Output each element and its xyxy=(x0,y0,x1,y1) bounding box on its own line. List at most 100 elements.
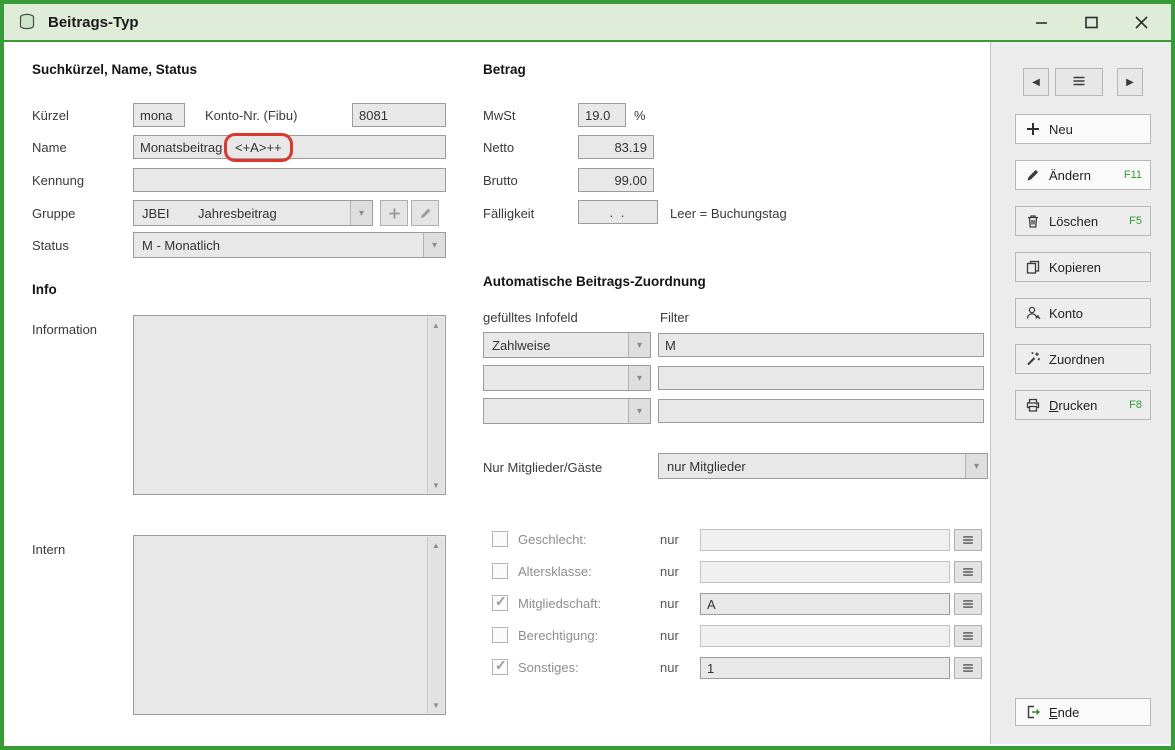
konto-nr-input[interactable] xyxy=(352,103,446,127)
netto-label: Netto xyxy=(483,140,515,155)
criteria-row-altersklasse: Altersklasse: nur xyxy=(4,560,990,584)
sonstiges-filter-input[interactable] xyxy=(700,657,950,679)
nur-label: nur xyxy=(660,564,679,579)
infofeld-value: Zahlweise xyxy=(492,337,551,353)
infofeld-select-3[interactable]: ▾ xyxy=(483,398,651,424)
record-list-button[interactable] xyxy=(1055,68,1103,96)
scroll-down-icon[interactable]: ▼ xyxy=(428,477,444,493)
mitgliedschaft-filter-input[interactable] xyxy=(700,593,950,615)
altersklasse-checkbox[interactable] xyxy=(492,563,508,579)
kennung-input[interactable] xyxy=(133,168,446,192)
mitglieder-gaeste-label: Nur Mitglieder/Gäste xyxy=(483,460,603,475)
previous-record-button[interactable]: ◀ xyxy=(1023,68,1049,96)
scrollbar[interactable]: ▲ ▼ xyxy=(427,317,444,493)
gruppe-code: JBEI xyxy=(142,205,170,221)
gruppe-edit-button[interactable] xyxy=(411,200,439,226)
button-label: Neu xyxy=(1049,121,1073,137)
information-label: Information xyxy=(32,322,98,337)
chevron-down-icon[interactable]: ▾ xyxy=(423,233,445,257)
infofeld-value xyxy=(484,399,628,423)
aendern-button[interactable]: Ändern F11 xyxy=(1015,160,1151,190)
chevron-down-icon[interactable]: ▾ xyxy=(628,333,650,357)
geschlecht-label: Geschlecht: xyxy=(518,532,587,547)
shortcut-label: F8 xyxy=(1129,399,1142,411)
criteria-row-geschlecht: Geschlecht: nur xyxy=(4,528,990,552)
mwst-label: MwSt xyxy=(483,108,516,123)
geschlecht-checkbox[interactable] xyxy=(492,531,508,547)
filter-column-header: Filter xyxy=(660,310,689,325)
faelligkeit-input[interactable] xyxy=(578,200,658,224)
shortcut-label: F5 xyxy=(1129,215,1142,227)
minimize-button[interactable] xyxy=(1031,12,1051,32)
berechtigung-filter-input[interactable] xyxy=(700,625,950,647)
geschlecht-filter-input[interactable] xyxy=(700,529,950,551)
button-label: Ändern xyxy=(1049,167,1091,183)
brutto-input[interactable] xyxy=(578,168,654,192)
mitgliedschaft-checkbox[interactable] xyxy=(492,593,508,611)
list-picker-icon[interactable] xyxy=(954,529,982,551)
button-label: Ende xyxy=(1049,704,1080,720)
name-input[interactable]: Monatsbeitrag <+A>++ xyxy=(133,132,446,162)
trash-icon xyxy=(1024,213,1041,230)
next-record-button[interactable]: ▶ xyxy=(1117,68,1143,96)
form-area: Suchkürzel, Name, Status Kürzel Konto-Nr… xyxy=(4,42,990,744)
wand-icon xyxy=(1024,351,1041,368)
status-select[interactable]: M - Monatlich ▾ xyxy=(133,232,446,258)
konto-button[interactable]: Konto xyxy=(1015,298,1151,328)
sonstiges-checkbox[interactable] xyxy=(492,657,508,675)
neu-button[interactable]: Neu xyxy=(1015,114,1151,144)
konto-nr-label: Konto-Nr. (Fibu) xyxy=(205,108,298,123)
berechtigung-checkbox[interactable] xyxy=(492,627,508,643)
zuordnen-button[interactable]: Zuordnen xyxy=(1015,344,1151,374)
left-arrow-icon: ◀ xyxy=(1032,76,1040,88)
list-picker-icon[interactable] xyxy=(954,657,982,679)
filter-input-3[interactable] xyxy=(658,399,984,423)
window-controls xyxy=(1031,12,1159,32)
maximize-button[interactable] xyxy=(1081,12,1101,32)
list-picker-icon[interactable] xyxy=(954,625,982,647)
chevron-down-icon[interactable]: ▾ xyxy=(965,454,987,478)
kopieren-button[interactable]: Kopieren xyxy=(1015,252,1151,282)
gruppe-text: Jahresbeitrag xyxy=(198,205,277,221)
status-value: M - Monatlich xyxy=(142,237,221,253)
altersklasse-label: Altersklasse: xyxy=(518,564,592,579)
criteria-row-sonstiges: Sonstiges: nur xyxy=(4,656,990,680)
criteria-row-mitgliedschaft: Mitgliedschaft: nur xyxy=(4,592,990,616)
ende-button[interactable]: Ende xyxy=(1015,698,1151,726)
kuerzel-input[interactable] xyxy=(133,103,185,127)
chevron-down-icon[interactable]: ▾ xyxy=(628,399,650,423)
mitglieder-gaeste-select[interactable]: nur Mitglieder ▾ xyxy=(658,453,988,479)
chevron-down-icon[interactable]: ▾ xyxy=(350,201,372,225)
mitglieder-gaeste-value: nur Mitglieder xyxy=(667,458,746,474)
netto-input[interactable] xyxy=(578,135,654,159)
action-sidebar: ◀ ▶ Neu Ändern F11 Löschen F5 Kopieren K… xyxy=(990,42,1171,744)
scroll-up-icon[interactable]: ▲ xyxy=(428,317,444,333)
mwst-input[interactable] xyxy=(578,103,626,127)
filter-input-1[interactable] xyxy=(658,333,984,357)
gruppe-label: Gruppe xyxy=(32,206,76,221)
close-button[interactable] xyxy=(1131,12,1151,32)
kennung-label: Kennung xyxy=(32,173,85,188)
nur-label: nur xyxy=(660,628,679,643)
beitrags-typ-window: Beitrags-Typ Suchkürzel, Name, Status Kü… xyxy=(0,0,1175,750)
information-textarea[interactable]: ▲ ▼ xyxy=(133,315,446,495)
infofeld-column-header: gefülltes Infofeld xyxy=(483,310,578,325)
filter-input-2[interactable] xyxy=(658,366,984,390)
list-picker-icon[interactable] xyxy=(954,593,982,615)
loeschen-button[interactable]: Löschen F5 xyxy=(1015,206,1151,236)
infofeld-select-2[interactable]: ▾ xyxy=(483,365,651,391)
scroll-down-icon[interactable]: ▼ xyxy=(428,697,444,713)
nur-label: nur xyxy=(660,532,679,547)
section-zuordnung-header: Automatische Beitrags-Zuordnung xyxy=(483,274,706,289)
altersklasse-filter-input[interactable] xyxy=(700,561,950,583)
infofeld-select-1[interactable]: Zahlweise ▾ xyxy=(483,332,651,358)
gruppe-add-button[interactable] xyxy=(380,200,408,226)
list-picker-icon[interactable] xyxy=(954,561,982,583)
gruppe-select[interactable]: JBEI Jahresbeitrag ▾ xyxy=(133,200,373,226)
drucken-button[interactable]: Drucken F8 xyxy=(1015,390,1151,420)
printer-icon xyxy=(1024,397,1041,414)
right-arrow-icon: ▶ xyxy=(1126,76,1134,88)
faelligkeit-label: Fälligkeit xyxy=(483,206,535,221)
titlebar: Beitrags-Typ xyxy=(4,4,1171,42)
chevron-down-icon[interactable]: ▾ xyxy=(628,366,650,390)
